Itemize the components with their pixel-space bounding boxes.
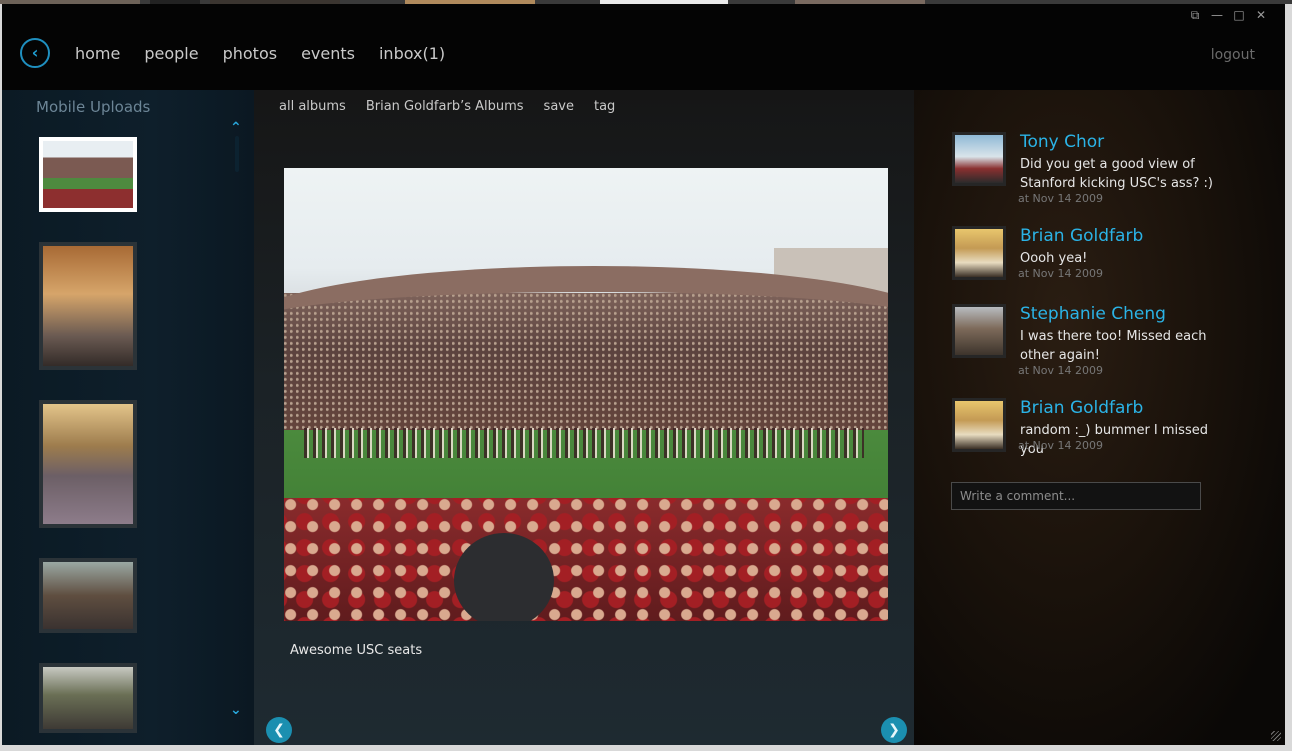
comment-text: I was there too! Missed each other again… bbox=[1020, 329, 1207, 363]
comment-text: Did you get a good view of Stanford kick… bbox=[1020, 157, 1213, 191]
main-nav: home people photos events inbox(1) bbox=[75, 44, 445, 63]
nav-people[interactable]: people bbox=[144, 44, 198, 63]
thumbnail-5[interactable] bbox=[39, 663, 137, 733]
previous-photo-icon[interactable]: ❮ bbox=[266, 717, 292, 743]
avatar[interactable] bbox=[952, 226, 1006, 280]
chevron-up-icon[interactable]: ⌃ bbox=[230, 120, 242, 136]
resize-grip-icon[interactable] bbox=[1271, 731, 1281, 741]
scrollbar[interactable] bbox=[235, 136, 239, 172]
avatar[interactable] bbox=[952, 304, 1006, 358]
nav-home[interactable]: home bbox=[75, 44, 120, 63]
avatar[interactable] bbox=[952, 132, 1006, 186]
nav-inbox[interactable]: inbox(1) bbox=[379, 44, 445, 63]
logout-link[interactable]: logout bbox=[1211, 47, 1255, 63]
thumbnail-3[interactable] bbox=[39, 400, 137, 528]
nav-events[interactable]: events bbox=[301, 44, 355, 63]
save-link[interactable]: save bbox=[544, 99, 574, 114]
chevron-down-icon[interactable]: ⌄ bbox=[230, 702, 242, 718]
stadium-rim bbox=[284, 266, 888, 412]
comment-timestamp: at Nov 14 2009 bbox=[1018, 364, 1104, 377]
tag-link[interactable]: tag bbox=[594, 99, 615, 114]
comment-timestamp: at Nov 14 2009 bbox=[1018, 267, 1104, 280]
marching-band bbox=[304, 428, 864, 458]
comment-input[interactable]: Write a comment... bbox=[951, 482, 1201, 510]
comment-timestamp: at Nov 14 2009 bbox=[1018, 439, 1104, 452]
owner-albums-link[interactable]: Brian Goldfarb’s Albums bbox=[366, 99, 524, 114]
thumbnail-2[interactable] bbox=[39, 242, 137, 370]
next-photo-icon[interactable]: ❯ bbox=[881, 717, 907, 743]
thumbnail-1[interactable] bbox=[39, 137, 137, 212]
foreground-crowd bbox=[284, 498, 888, 621]
app-window: ⧉ — □ ✕ ‹ home people photos events inbo… bbox=[2, 4, 1285, 745]
comment-timestamp: at Nov 14 2009 bbox=[1018, 192, 1104, 205]
comment-author[interactable]: Brian Goldfarb bbox=[1020, 398, 1143, 418]
header: ‹ home people photos events inbox(1) log… bbox=[2, 4, 1285, 90]
comment-author[interactable]: Tony Chor bbox=[1020, 132, 1104, 152]
album-title: Mobile Uploads bbox=[36, 98, 151, 116]
photo-viewer: all albums Brian Goldfarb’s Albums save … bbox=[254, 90, 914, 745]
album-sidebar: Mobile Uploads ⌃ ⌄ bbox=[2, 90, 254, 745]
album-nav: all albums Brian Goldfarb’s Albums save … bbox=[279, 99, 615, 114]
spectator-cap bbox=[454, 533, 554, 621]
comment-author[interactable]: Stephanie Cheng bbox=[1020, 304, 1166, 324]
all-albums-link[interactable]: all albums bbox=[279, 99, 346, 114]
photo-caption: Awesome USC seats bbox=[290, 643, 423, 658]
back-arrow-icon[interactable]: ‹ bbox=[20, 38, 50, 68]
thumbnail-4[interactable] bbox=[39, 558, 137, 633]
main-photo[interactable] bbox=[284, 168, 888, 621]
comments-panel: Tony Chor Did you get a good view of Sta… bbox=[914, 90, 1285, 745]
avatar[interactable] bbox=[952, 398, 1006, 452]
comment-author[interactable]: Brian Goldfarb bbox=[1020, 226, 1143, 246]
comment-text: Oooh yea! bbox=[1020, 251, 1088, 266]
nav-photos[interactable]: photos bbox=[223, 44, 277, 63]
